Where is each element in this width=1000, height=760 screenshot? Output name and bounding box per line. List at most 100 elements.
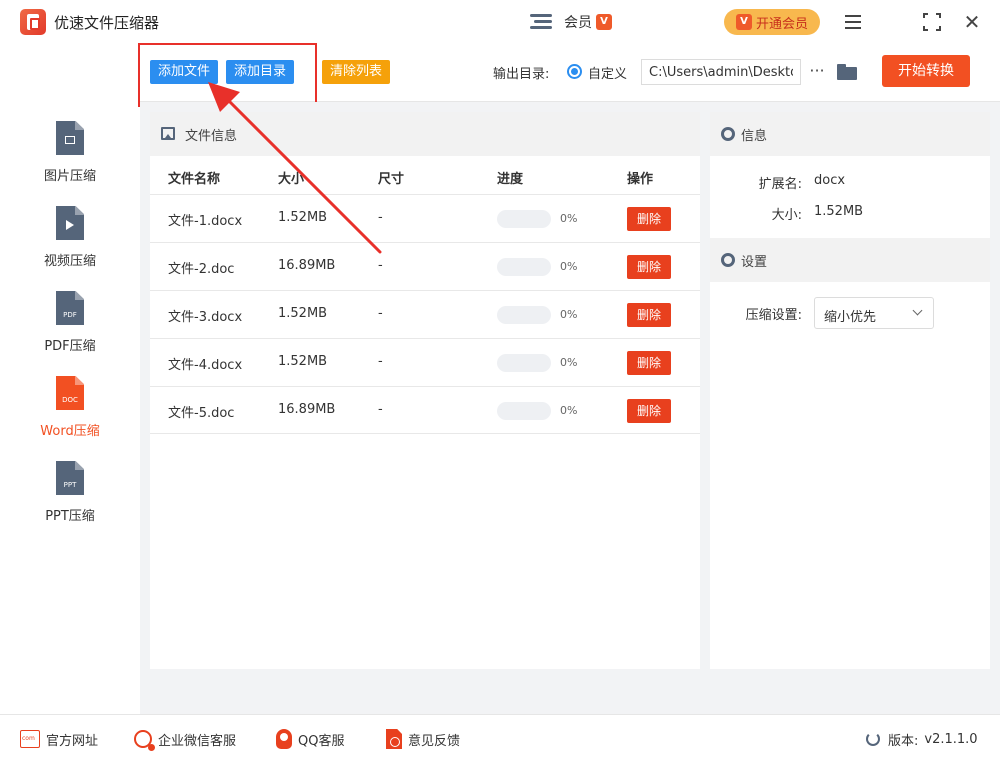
sidebar-item-ppt[interactable]: PPT PPT压缩 — [0, 461, 140, 541]
table-row[interactable]: 文件-3.docx 1.52MB - 0% 删除 — [150, 290, 700, 338]
file-size: 16.89MB — [278, 402, 336, 417]
file-panel-title: 文件信息 — [185, 129, 238, 144]
chevron-down-icon — [912, 305, 923, 316]
folder-icon[interactable] — [837, 64, 857, 80]
menu-icon[interactable] — [841, 10, 865, 34]
file-dimension: - — [378, 210, 383, 225]
sidebar-item-label: Word压缩 — [40, 424, 100, 439]
file-panel-header: 文件信息 — [150, 112, 700, 156]
clear-list-button[interactable]: 清除列表 — [322, 60, 391, 84]
image-icon — [161, 127, 175, 140]
compress-setting-select[interactable]: 缩小优先 — [814, 297, 934, 329]
col-header-progress: 进度 — [497, 172, 524, 187]
progress-percent: 0% — [560, 404, 578, 417]
custom-radio-label[interactable]: 自定义 — [588, 63, 627, 82]
settings-panel-title: 设置 — [741, 255, 768, 270]
sidebar-item-pdf[interactable]: PDF PDF压缩 — [0, 291, 140, 371]
user-area[interactable]: 会员 V — [528, 10, 612, 34]
compress-setting-label: 压缩设置: — [745, 308, 802, 323]
progress-bar — [497, 258, 551, 276]
more-icon[interactable]: ··· — [807, 60, 827, 84]
output-dir-label: 输出目录: — [493, 67, 550, 82]
wechat-support-link[interactable]: 企业微信客服 — [134, 729, 237, 751]
delete-button[interactable]: 删除 — [627, 399, 671, 423]
file-dimension: - — [378, 306, 383, 321]
info-panel: 信息 扩展名: docx 大小: 1.52MB 设置 压缩设置: 缩小优先 — [710, 112, 990, 669]
add-file-button[interactable]: 添加文件 — [150, 60, 219, 84]
table-row[interactable]: 文件-5.doc 16.89MB - 0% 删除 — [150, 386, 700, 434]
sidebar-item-word[interactable]: DOC Word压缩 — [0, 376, 140, 456]
progress-bar — [497, 306, 551, 324]
pdf-file-icon: PDF — [56, 291, 84, 325]
gear-icon — [721, 253, 735, 267]
website-link[interactable]: 官方网址 — [20, 729, 98, 749]
delete-button[interactable]: 删除 — [627, 303, 671, 327]
file-name: 文件-1.docx — [168, 214, 243, 229]
progress-percent: 0% — [560, 308, 578, 321]
file-name: 文件-2.doc — [168, 262, 235, 277]
file-dimension: - — [378, 354, 383, 369]
feedback-icon — [386, 729, 402, 749]
progress-bar — [497, 354, 551, 372]
size-label: 大小: — [771, 208, 802, 223]
version-label: 版本: — [888, 733, 919, 749]
settings-panel-header: 设置 — [710, 238, 990, 282]
compress-setting-value: 缩小优先 — [824, 310, 877, 325]
file-panel: 文件信息 文件名称 大小 尺寸 进度 操作 文件-1.docx 1.52MB -… — [150, 112, 700, 669]
output-path-input[interactable] — [641, 59, 801, 85]
vip-badge-icon: V — [596, 14, 612, 30]
file-dimension: - — [378, 258, 383, 273]
image-file-icon — [56, 121, 84, 155]
file-name: 文件-5.doc — [168, 406, 235, 421]
sidebar-item-video[interactable]: 视频压缩 — [0, 206, 140, 286]
version-info[interactable]: 版本: v2.1.1.0 — [866, 729, 978, 749]
ext-label: 扩展名: — [758, 177, 802, 192]
app-logo-icon — [20, 9, 46, 35]
sidebar-item-label: PDF压缩 — [44, 339, 96, 354]
feedback-link[interactable]: 意见反馈 — [386, 729, 460, 749]
custom-radio[interactable] — [567, 64, 582, 79]
delete-button[interactable]: 删除 — [627, 351, 671, 375]
progress-percent: 0% — [560, 212, 578, 225]
table-row[interactable]: 文件-1.docx 1.52MB - 0% 删除 — [150, 194, 700, 242]
user-name: 会员 — [564, 15, 592, 31]
website-label: 官方网址 — [46, 733, 99, 749]
gear-icon — [721, 127, 735, 141]
table-row[interactable]: 文件-4.docx 1.52MB - 0% 删除 — [150, 338, 700, 386]
feedback-label: 意见反馈 — [408, 733, 461, 749]
col-header-action: 操作 — [627, 172, 654, 187]
ppt-file-icon: PPT — [56, 461, 84, 495]
toolbar: 添加文件 添加目录 清除列表 输出目录: 自定义 ··· 开始转换 — [140, 44, 1000, 102]
sidebar-item-label: PPT压缩 — [45, 509, 95, 524]
sidebar-item-image[interactable]: 图片压缩 — [0, 121, 140, 201]
vip-crown-icon: V — [735, 14, 752, 30]
user-avatar-icon — [528, 11, 556, 33]
file-name: 文件-3.docx — [168, 310, 243, 325]
file-size: 16.89MB — [278, 258, 336, 273]
col-header-dimension: 尺寸 — [378, 172, 405, 187]
progress-bar — [497, 210, 551, 228]
title-bar: 优速文件压缩器 会员 V V 开通会员 ✕ — [0, 0, 1000, 44]
open-vip-button[interactable]: V 开通会员 — [724, 9, 820, 35]
refresh-icon — [866, 732, 880, 746]
qq-support-link[interactable]: QQ客服 — [276, 729, 344, 749]
delete-button[interactable]: 删除 — [627, 207, 671, 231]
add-directory-button[interactable]: 添加目录 — [226, 60, 295, 84]
delete-button[interactable]: 删除 — [627, 255, 671, 279]
maximize-icon[interactable] — [920, 10, 944, 34]
sidebar-item-label: 视频压缩 — [43, 254, 96, 269]
footer: 官方网址 企业微信客服 QQ客服 意见反馈 版本: v2.1.1.0 — [0, 714, 1000, 760]
qq-icon — [276, 729, 292, 749]
table-row[interactable]: 文件-2.doc 16.89MB - 0% 删除 — [150, 242, 700, 290]
file-size: 1.52MB — [278, 210, 328, 225]
sidebar: 图片压缩 视频压缩 PDF PDF压缩 DOC Word压缩 PPT PPT压缩 — [0, 44, 140, 714]
sidebar-item-label: 图片压缩 — [43, 169, 96, 184]
start-convert-button[interactable]: 开始转换 — [882, 55, 970, 87]
col-header-name: 文件名称 — [168, 172, 221, 187]
wechat-label: 企业微信客服 — [158, 733, 237, 749]
version-number: v2.1.1.0 — [924, 731, 978, 747]
file-dimension: - — [378, 402, 383, 417]
close-icon[interactable]: ✕ — [960, 10, 984, 34]
file-name: 文件-4.docx — [168, 358, 243, 373]
info-panel-header: 信息 — [710, 112, 990, 156]
